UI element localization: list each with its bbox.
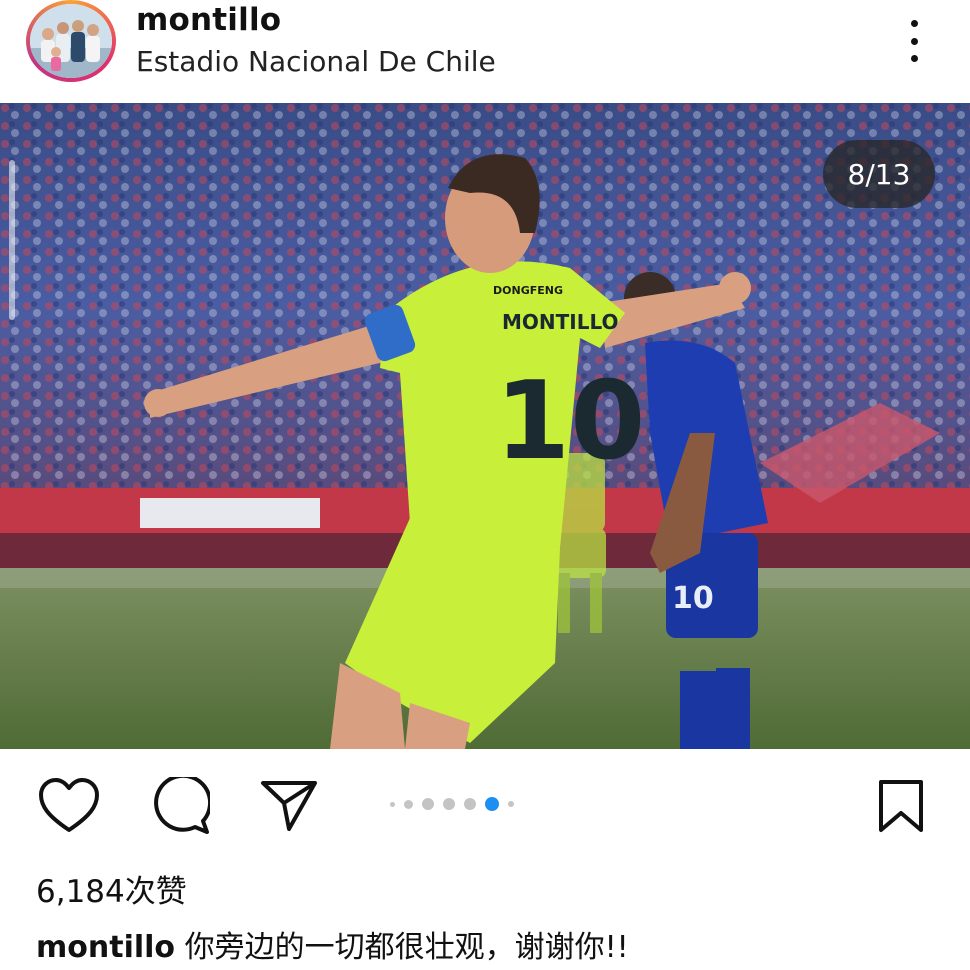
scroll-indicator — [9, 160, 15, 320]
carousel-dot — [422, 798, 434, 810]
post-username[interactable]: montillo — [136, 2, 281, 38]
football-player-photo: 10 DONGFENG MONTILLO 10 — [0, 103, 970, 749]
comment-icon[interactable] — [148, 776, 212, 836]
save-bookmark-icon[interactable] — [869, 776, 933, 836]
post-header: montillo Estadio Nacional De Chile — [0, 0, 970, 103]
carousel-dot — [508, 801, 514, 807]
story-ring[interactable] — [26, 0, 116, 82]
more-options-icon[interactable] — [896, 14, 932, 68]
post-location[interactable]: Estadio Nacional De Chile — [136, 45, 496, 78]
svg-text:MONTILLO: MONTILLO — [502, 310, 619, 334]
carousel-dot — [464, 798, 476, 810]
avatar-family-photo — [30, 4, 112, 78]
caption-text: 你旁边的一切都很壮观，谢谢你!! — [184, 930, 629, 965]
share-send-icon[interactable] — [257, 776, 321, 836]
carousel-counter: 8/13 — [823, 140, 935, 208]
carousel-dot — [443, 798, 455, 810]
svg-text:10: 10 — [495, 359, 645, 484]
carousel-dot-active — [485, 797, 499, 811]
carousel-dot — [390, 801, 395, 807]
action-bar — [0, 750, 970, 860]
svg-text:10: 10 — [672, 581, 714, 616]
likes-count[interactable]: 6,184次赞 — [36, 866, 187, 911]
like-heart-icon[interactable] — [37, 776, 101, 836]
carousel-dots — [390, 794, 514, 814]
post-photo[interactable]: 10 DONGFENG MONTILLO 10 — [0, 103, 970, 749]
post-caption: montillo 你旁边的一切都很壮观，谢谢你!! — [36, 922, 629, 966]
caption-username[interactable]: montillo — [36, 930, 175, 965]
avatar[interactable] — [30, 4, 112, 78]
svg-text:DONGFENG: DONGFENG — [493, 284, 563, 297]
carousel-dot — [404, 799, 413, 809]
